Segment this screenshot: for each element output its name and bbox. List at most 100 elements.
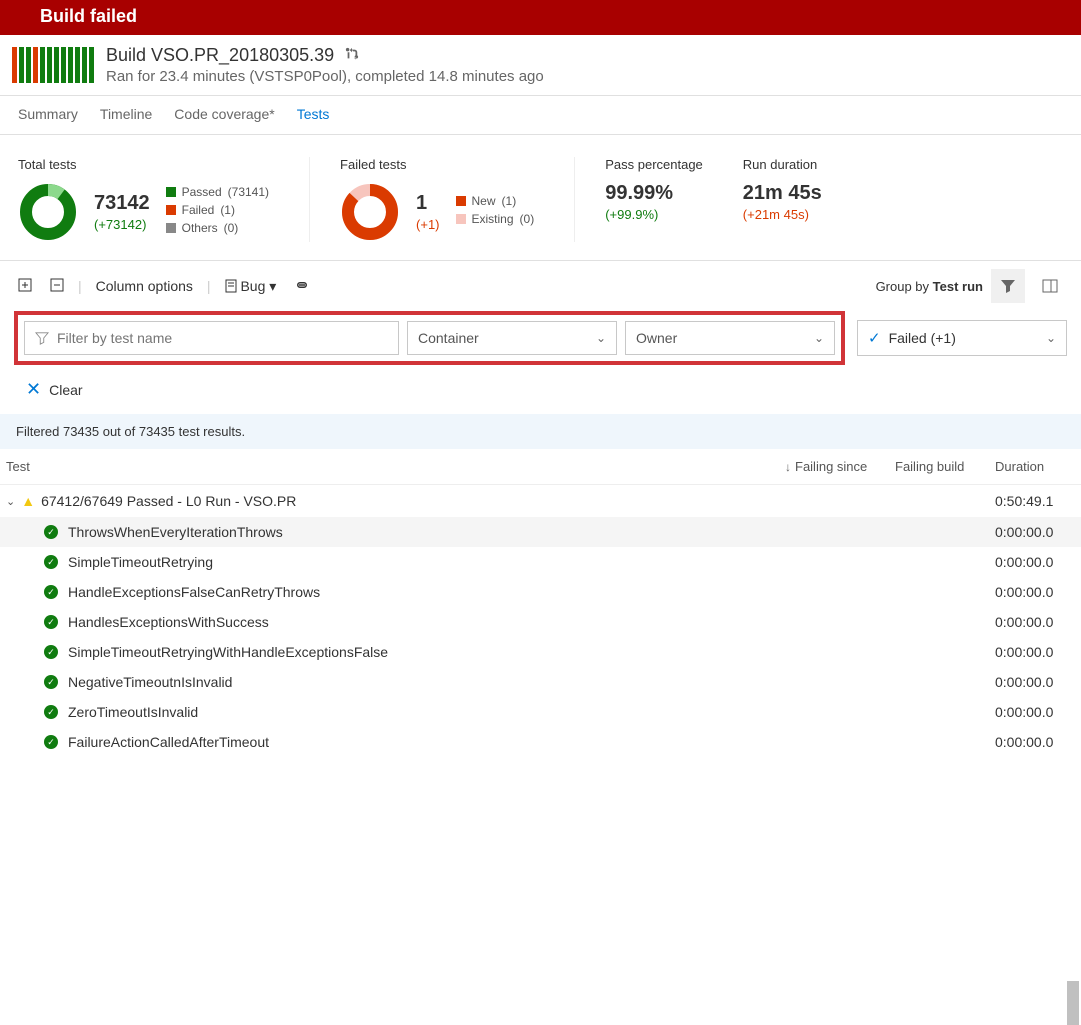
tab-timeline[interactable]: Timeline bbox=[100, 106, 152, 122]
test-row[interactable]: ✓ HandleExceptionsFalseCanRetryThrows 0:00… bbox=[0, 577, 1081, 607]
legend-existing-label: Existing bbox=[472, 212, 514, 226]
stat-duration-label: Run duration bbox=[743, 157, 822, 172]
stat-total-label: Total tests bbox=[18, 157, 269, 172]
pass-icon: ✓ bbox=[44, 735, 58, 749]
build-barcode-icon bbox=[12, 47, 94, 83]
sort-arrow-icon: ↓ bbox=[785, 460, 791, 474]
test-duration: 0:00:00.0 bbox=[995, 524, 1075, 540]
group-by-label: Group by Test run bbox=[876, 279, 983, 294]
test-duration: 0:00:00.0 bbox=[995, 674, 1075, 690]
pass-icon: ✓ bbox=[44, 585, 58, 599]
test-row[interactable]: ✓ NegativeTimeoutnIsInvalid 0:00:00.0 bbox=[0, 667, 1081, 697]
expand-all-button[interactable] bbox=[14, 274, 36, 299]
highlighted-filter-area: Container ⌄ Owner ⌄ bbox=[14, 311, 845, 365]
total-tests-donut-icon bbox=[18, 182, 78, 242]
legend-existing-icon bbox=[456, 214, 466, 224]
stat-duration-value: 21m 45s bbox=[743, 182, 822, 205]
stat-total-delta: (+73142) bbox=[94, 217, 150, 232]
test-duration: 0:00:00.0 bbox=[995, 704, 1075, 720]
banner-title: Build failed bbox=[40, 6, 137, 26]
tab-summary[interactable]: Summary bbox=[18, 106, 78, 122]
clear-filters-button[interactable]: ✕ Clear bbox=[0, 373, 1081, 414]
legend-failed-label: Failed bbox=[182, 203, 215, 217]
pass-icon: ✓ bbox=[44, 675, 58, 689]
warning-icon: ▲ bbox=[21, 493, 35, 509]
test-row[interactable]: ✓ ThrowsWhenEveryIterationThrows 0:00:00.0 bbox=[0, 517, 1081, 547]
filter-row: Container ⌄ Owner ⌄ ✓ Failed (+1) ⌄ bbox=[0, 311, 1081, 373]
filter-by-name-input[interactable] bbox=[24, 321, 399, 355]
pass-icon: ✓ bbox=[44, 555, 58, 569]
stat-failed-tests: Failed tests 1 (+1) New (1) Existing (0) bbox=[340, 157, 575, 242]
legend-failed-count: (1) bbox=[220, 203, 235, 217]
filter-result-message: Filtered 73435 out of 73435 test results… bbox=[0, 414, 1081, 449]
pass-icon: ✓ bbox=[44, 645, 58, 659]
test-duration: 0:00:00.0 bbox=[995, 734, 1075, 750]
test-name: HandleExceptionsFalseCanRetryThrows bbox=[68, 584, 320, 600]
stat-pass-percentage: Pass percentage 99.99% (+99.9%) bbox=[605, 157, 743, 242]
chevron-down-icon: ⌄ bbox=[596, 331, 606, 345]
legend-failed-icon bbox=[166, 205, 176, 215]
test-row[interactable]: ✓ZeroTimeoutIsInvalid0:00:00.0 bbox=[0, 697, 1081, 727]
scroll-thumb[interactable] bbox=[1067, 981, 1079, 1025]
table-header: Test ↓Failing since Failing build Durati… bbox=[0, 449, 1081, 485]
tab-code-coverage[interactable]: Code coverage* bbox=[174, 106, 274, 122]
legend-new-count: (1) bbox=[502, 194, 517, 208]
build-subtitle: Ran for 23.4 minutes (VSTSP0Pool), compl… bbox=[106, 68, 544, 85]
filter-toggle-button[interactable] bbox=[991, 269, 1025, 303]
legend-others-count: (0) bbox=[224, 221, 239, 235]
stat-total-value: 73142 bbox=[94, 192, 150, 215]
filter-name-field[interactable] bbox=[57, 330, 388, 346]
test-row[interactable]: ✓SimpleTimeoutRetryingWithHandleExceptio… bbox=[0, 637, 1081, 667]
legend-others-label: Others bbox=[182, 221, 218, 235]
check-icon: ✓ bbox=[868, 329, 881, 347]
col-failing-build[interactable]: Failing build bbox=[895, 459, 995, 474]
test-name: ThrowsWhenEveryIterationThrows bbox=[68, 524, 283, 540]
group-by-value[interactable]: Test run bbox=[933, 279, 983, 294]
status-banner: Build failed bbox=[0, 0, 1081, 35]
col-failing-since[interactable]: ↓Failing since bbox=[785, 459, 895, 474]
details-pane-toggle-button[interactable] bbox=[1033, 269, 1067, 303]
tab-tests[interactable]: Tests bbox=[297, 106, 330, 122]
test-row[interactable]: ✓HandlesExceptionsWithSuccess0:00:00.0 bbox=[0, 607, 1081, 637]
container-filter-dropdown[interactable]: Container ⌄ bbox=[407, 321, 617, 355]
test-row[interactable]: ✓ SimpleTimeoutRetrying 0:00:00.0 bbox=[0, 547, 1081, 577]
legend-passed-count: (73141) bbox=[228, 185, 269, 199]
col-duration[interactable]: Duration bbox=[995, 459, 1075, 474]
test-name: FailureActionCalledAfterTimeout bbox=[68, 734, 269, 750]
stat-failed-label: Failed tests bbox=[340, 157, 534, 172]
stat-failed-delta: (+1) bbox=[416, 217, 439, 232]
legend-existing-count: (0) bbox=[520, 212, 535, 226]
build-title: Build VSO.PR_20180305.39 bbox=[106, 45, 334, 65]
chevron-down-icon: ⌄ bbox=[1046, 331, 1056, 345]
collapse-all-button[interactable] bbox=[46, 274, 68, 299]
test-name: SimpleTimeoutRetrying bbox=[68, 554, 213, 570]
test-duration: 0:00:00.0 bbox=[995, 644, 1075, 660]
create-bug-button[interactable]: Bug ▾ bbox=[221, 274, 281, 299]
chevron-down-icon: ⌄ bbox=[814, 331, 824, 345]
test-name: NegativeTimeoutnIsInvalid bbox=[68, 674, 232, 690]
funnel-icon bbox=[35, 331, 49, 345]
test-name: ZeroTimeoutIsInvalid bbox=[68, 704, 198, 720]
stat-pass-value: 99.99% bbox=[605, 182, 703, 205]
stat-duration-delta: (+21m 45s) bbox=[743, 207, 822, 222]
pass-icon: ✓ bbox=[44, 525, 58, 539]
test-duration: 0:00:00.0 bbox=[995, 614, 1075, 630]
outcome-filter-dropdown[interactable]: ✓ Failed (+1) ⌄ bbox=[857, 320, 1067, 356]
link-button[interactable] bbox=[290, 274, 314, 299]
close-icon: ✕ bbox=[26, 379, 41, 400]
stat-total-tests: Total tests 73142 (+73142) Passed (73141… bbox=[18, 157, 310, 242]
test-duration: 0:00:00.0 bbox=[995, 584, 1075, 600]
test-duration: 0:00:00.0 bbox=[995, 554, 1075, 570]
column-options-button[interactable]: Column options bbox=[92, 274, 197, 298]
failed-tests-donut-icon bbox=[340, 182, 400, 242]
owner-filter-dropdown[interactable]: Owner ⌄ bbox=[625, 321, 835, 355]
group-duration: 0:50:49.1 bbox=[995, 493, 1075, 509]
test-row[interactable]: ✓ FailureActionCalledAfterTimeout 0:00:00.… bbox=[0, 727, 1081, 757]
tab-bar: Summary Timeline Code coverage* Tests bbox=[0, 96, 1081, 135]
group-title: 67412/67649 Passed - L0 Run - VSO.PR bbox=[41, 493, 296, 509]
pass-icon: ✓ bbox=[44, 615, 58, 629]
pull-request-icon bbox=[345, 47, 359, 64]
test-group-row[interactable]: ⌄ ▲ 67412/67649 Passed - L0 Run - VSO.PR… bbox=[0, 485, 1081, 517]
col-test[interactable]: Test bbox=[6, 459, 785, 474]
caret-down-icon: ⌄ bbox=[6, 495, 15, 508]
